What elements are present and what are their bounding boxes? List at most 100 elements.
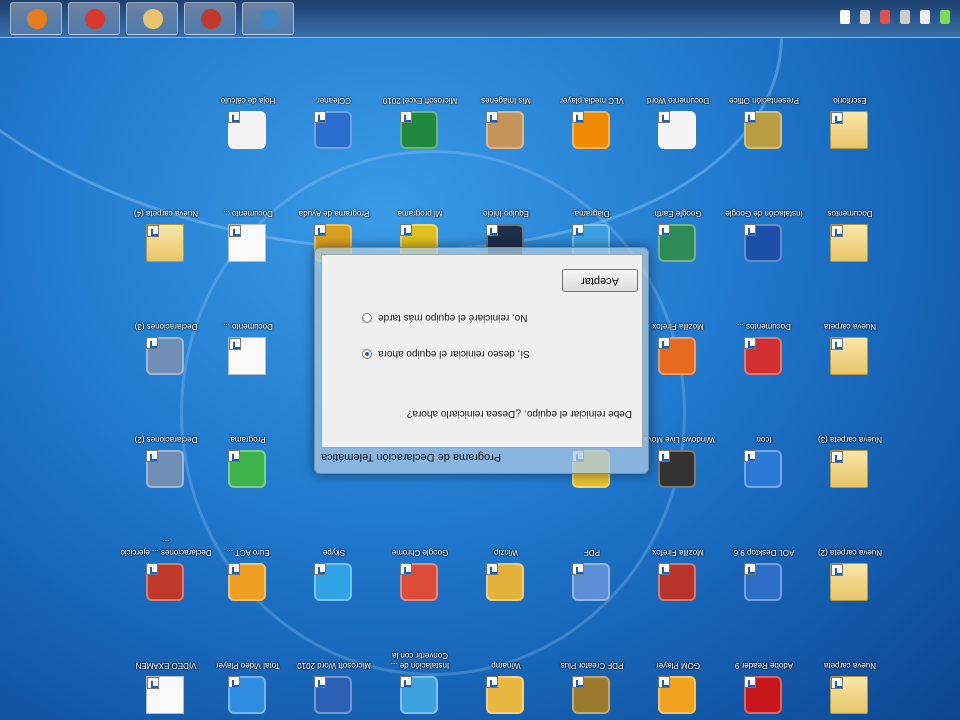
desktop-icon-label: Mis Imágenes: [481, 96, 531, 105]
radio-label: Sí, deseo reiniciar el equipo ahora: [378, 348, 530, 359]
desktop-icon[interactable]: Microsoft Excel 2010: [380, 75, 460, 155]
building-icon: [146, 450, 184, 488]
desktop-icon[interactable]: AOL Desktop 9.6: [724, 527, 804, 607]
taskbar-pinned-button[interactable]: [10, 2, 62, 35]
desktop-icon[interactable]: Nueva carpeta (3): [810, 414, 890, 494]
desktop-icon[interactable]: Euro ACT ...: [208, 527, 288, 607]
taskbar: [0, 0, 960, 38]
shortcut-arrow-icon: [147, 677, 159, 689]
shortcut-arrow-icon: [744, 337, 756, 349]
desktop-icon[interactable]: Windows Live Movie: [638, 414, 718, 494]
desktop-icon[interactable]: Google Chrome: [380, 527, 460, 607]
word-icon: [314, 676, 352, 714]
desktop-icon[interactable]: Escritorio: [810, 75, 890, 155]
adobe-reader-icon: [744, 676, 782, 714]
radio-option-no[interactable]: No, reiniciaré el equipo más tarde: [362, 311, 632, 327]
security-icon[interactable]: [860, 10, 870, 24]
network-icon[interactable]: [900, 10, 910, 24]
desktop-icon[interactable]: Mozilla Firefox: [638, 301, 718, 381]
desktop-icon[interactable]: Documento ...: [208, 301, 288, 381]
desktop-icon[interactable]: Declaraciones (3): [126, 301, 206, 381]
red-app-icon: [744, 337, 782, 375]
desktop-icon[interactable]: Nueva carpeta: [810, 640, 890, 720]
network-app-icon: [658, 224, 696, 262]
arrow-icon[interactable]: [840, 10, 850, 24]
desktop-icon[interactable]: Declaraciones (2): [126, 414, 206, 494]
taskbar-pinned-button[interactable]: [242, 2, 294, 35]
desktop-icon[interactable]: Mozilla Firefox: [638, 527, 718, 607]
desktop-icon[interactable]: Winzip: [466, 527, 546, 607]
taskbar-pinned-button[interactable]: [68, 2, 120, 35]
radio-button[interactable]: [362, 313, 372, 323]
desktop-icon[interactable]: Microsoft Word 2010: [294, 640, 374, 720]
vlc-icon: [572, 111, 610, 149]
desktop-icon[interactable]: Hoja de cálculo: [208, 75, 288, 155]
shortcut-arrow-icon: [400, 563, 412, 575]
shortcut-arrow-icon: [229, 225, 241, 237]
desktop-icon[interactable]: GOM Player: [638, 640, 718, 720]
desktop-icon-label: Winzip: [494, 548, 519, 557]
desktop-icon[interactable]: Adobe Reader 9: [724, 640, 804, 720]
spreadsheet-icon: [228, 111, 266, 149]
house-icon: [201, 9, 221, 29]
desktop-icon[interactable]: Instalación de ... Convertir con la: [380, 640, 460, 720]
shortcut-arrow-icon: [400, 676, 412, 688]
shortcut-arrow-icon: [658, 111, 670, 123]
desktop-icon-label: Mi programa: [397, 209, 443, 218]
desktop-icon-label: Programa: [230, 435, 266, 444]
desktop-icon[interactable]: Skype: [294, 527, 374, 607]
desktop-icon-label: Escritorio: [833, 96, 867, 105]
desktop-icon[interactable]: Google Earth: [638, 188, 718, 268]
firefox-icon: [658, 337, 696, 375]
desktop-icon-label: Declaraciones (3): [134, 322, 198, 331]
desktop-icon[interactable]: Nueva carpeta (2): [810, 527, 890, 607]
dialog-message-text: Debe reiniciar el equipo. ¿Desea reinici…: [406, 408, 632, 419]
desktop-icon[interactable]: PDF: [552, 527, 632, 607]
desktop-icon-label: Adobe Reader 9: [734, 661, 794, 670]
battery-icon[interactable]: [940, 10, 950, 24]
desktop-icon-label: CCleaner: [317, 96, 351, 105]
accept-button[interactable]: Aceptar: [562, 269, 638, 292]
desktop-icon[interactable]: Total Video Player: [208, 640, 288, 720]
desktop-icon[interactable]: Documentos: [810, 188, 890, 268]
flag-icon[interactable]: [880, 10, 890, 24]
desktop-icon[interactable]: VIDEO EXAMEN: [126, 640, 206, 720]
shortcut-arrow-icon: [146, 337, 158, 349]
folder-icon: [143, 9, 163, 29]
desktop-icon[interactable]: Documento Word: [638, 75, 718, 155]
desktop-icon[interactable]: Programa: [208, 414, 288, 494]
desktop-icon[interactable]: Nueva carpeta: [810, 301, 890, 381]
shortcut-arrow-icon: [572, 111, 584, 123]
doc-icon: [228, 337, 266, 375]
radio-option-yes[interactable]: Sí, deseo reiniciar el equipo ahora: [362, 347, 632, 363]
winamp-icon: [486, 676, 524, 714]
dialog-message: Debe reiniciar el equipo. ¿Desea reinici…: [332, 407, 632, 420]
desktop-icon[interactable]: Icon: [724, 414, 804, 494]
desktop-icon[interactable]: VLC media player: [552, 75, 632, 155]
desktop-icon[interactable]: Declaraciones ... ejercicio ...: [120, 527, 212, 607]
pdf-icon: [572, 563, 610, 601]
desktop-icon[interactable]: CCleaner: [294, 75, 374, 155]
shortcut-arrow-icon: [314, 676, 326, 688]
dialog-titlebar[interactable]: Programa de Declaración Telemática: [315, 448, 648, 472]
desktop-icon[interactable]: Mis Imágenes: [466, 75, 546, 155]
desktop-icon[interactable]: Documento ...: [208, 188, 288, 268]
desktop-icon[interactable]: PDF Creator Plus: [552, 640, 632, 720]
shortcut-arrow-icon: [486, 224, 498, 236]
desktop-icon-label: Diagrama: [574, 209, 610, 218]
desktop-icon[interactable]: Instalación de Google: [724, 188, 804, 268]
shortcut-arrow-icon: [146, 563, 158, 575]
taskbar-pinned-button[interactable]: [126, 2, 178, 35]
desktop-icon[interactable]: Presentación Office: [724, 75, 804, 155]
building-icon: [146, 337, 184, 375]
desktop-icon[interactable]: Nueva carpeta (4): [126, 188, 206, 268]
media-player-icon: [27, 9, 47, 29]
shortcut-arrow-icon: [229, 338, 241, 350]
desktop-icon[interactable]: Winamp: [466, 640, 546, 720]
shortcut-arrow-icon: [146, 450, 158, 462]
desktop-icon[interactable]: Documentos ...: [724, 301, 804, 381]
volume-icon[interactable]: [920, 10, 930, 24]
shortcut-arrow-icon: [486, 111, 498, 123]
radio-button[interactable]: [362, 349, 372, 359]
taskbar-pinned-button[interactable]: [184, 2, 236, 35]
